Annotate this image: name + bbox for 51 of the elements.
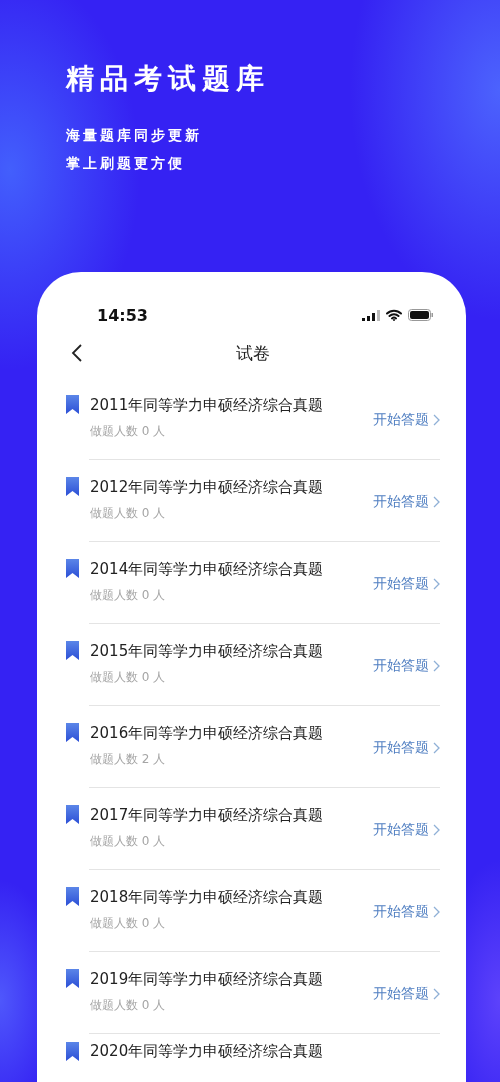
paper-title[interactable]: 2017年同等学力申硕经济综合真题 [90,806,373,825]
paper-title[interactable]: 2011年同等学力申硕经济综合真题 [90,396,373,415]
start-answering-button[interactable]: 开始答题 [373,657,440,675]
bookmark-icon [66,559,79,578]
participant-count: 做题人数 0 人 [90,997,167,1014]
participant-count: 做题人数 2 人 [90,751,167,768]
chevron-right-icon [433,742,440,754]
start-answering-button[interactable]: 开始答题 [373,739,440,757]
bookmark-icon [66,887,79,906]
participant-count: 做题人数 0 人 [90,423,167,440]
chevron-right-icon [433,988,440,1000]
bookmark-icon [66,1042,79,1061]
paper-title[interactable]: 2018年同等学力申硕经济综合真题 [90,888,373,907]
chevron-right-icon [433,660,440,672]
start-answering-button[interactable]: 开始答题 [373,493,440,511]
paper-title[interactable]: 2019年同等学力申硕经济综合真题 [90,970,373,989]
wifi-icon [386,309,402,321]
bookmark-icon [66,477,79,496]
start-answering-button[interactable]: 开始答题 [373,821,440,839]
start-answering-button[interactable]: 开始答题 [373,575,440,593]
paper-title[interactable]: 2015年同等学力申硕经济综合真题 [90,642,373,661]
participant-count: 做题人数 0 人 [90,587,167,604]
paper-title[interactable]: 2020年同等学力申硕经济综合真题 [90,1042,440,1061]
bookmark-icon [66,641,79,660]
signal-icon [362,309,380,321]
participant-count: 做题人数 0 人 [90,915,167,932]
battery-icon [408,309,434,321]
participant-count: 做题人数 0 人 [90,669,167,686]
start-answering-button[interactable]: 开始答题 [373,903,440,921]
bookmark-icon [66,723,79,742]
participant-count: 做题人数 0 人 [90,505,167,522]
start-answering-button[interactable]: 开始答题 [373,985,440,1003]
chevron-right-icon [433,824,440,836]
page-title: 试卷 [235,341,270,365]
chevron-right-icon [433,906,440,918]
hero-tagline: 海量题库同步更新 [66,127,203,145]
back-icon[interactable] [71,343,83,363]
bookmark-icon [66,395,79,414]
paper-title[interactable]: 2016年同等学力申硕经济综合真题 [90,724,373,743]
bookmark-icon [66,969,79,988]
participant-count: 做题人数 0 人 [90,833,167,850]
paper-title[interactable]: 2012年同等学力申硕经济综合真题 [90,478,373,497]
hero-title: 精品考试题库 [66,62,271,96]
bookmark-icon [66,805,79,824]
hero-tagline: 掌上刷题更方便 [66,155,186,173]
chevron-right-icon [433,578,440,590]
start-answering-button[interactable]: 开始答题 [373,411,440,429]
chevron-right-icon [433,414,440,426]
paper-title[interactable]: 2014年同等学力申硕经济综合真题 [90,560,373,579]
chevron-right-icon [433,496,440,508]
status-time: 14:53 [97,305,148,325]
